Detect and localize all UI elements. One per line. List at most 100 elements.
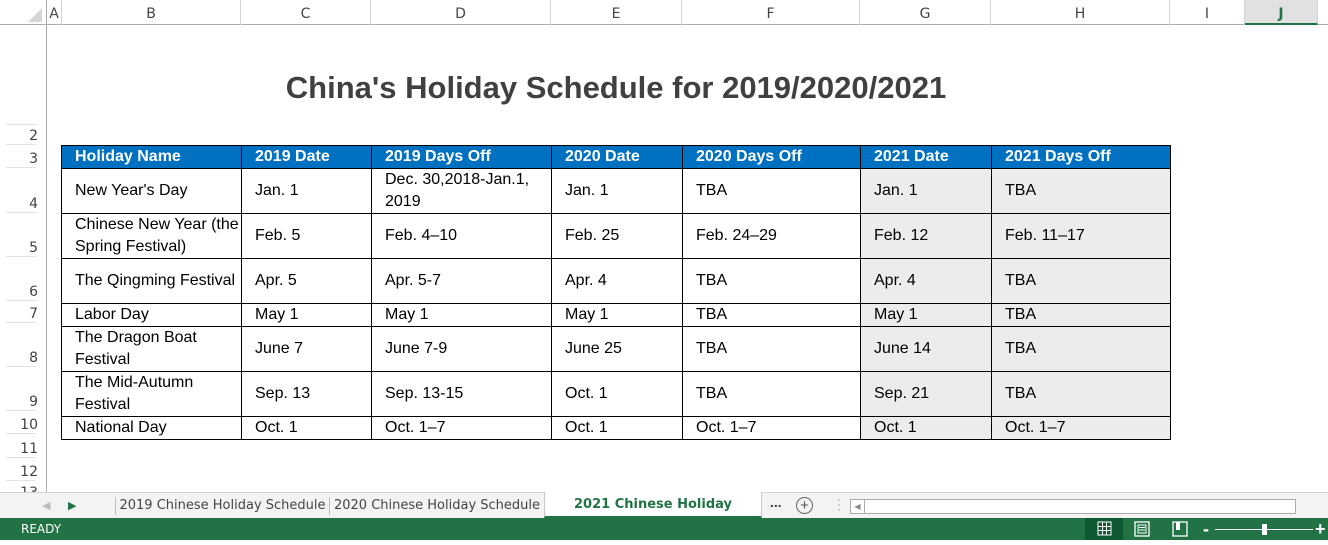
table-cell[interactable]: Apr. 5-7 [371, 258, 552, 304]
column-header-j[interactable]: J [1245, 0, 1318, 25]
table-cell[interactable]: TBA [991, 326, 1171, 372]
row-header-13[interactable]: 13 [0, 481, 46, 492]
row-header-1[interactable] [0, 25, 46, 125]
table-cell[interactable]: May 1 [371, 303, 552, 327]
table-cell[interactable]: Feb. 24–29 [682, 213, 861, 259]
table-cell[interactable]: TBA [991, 371, 1171, 417]
table-cell[interactable]: TBA [682, 371, 861, 417]
sheet-tab-2020[interactable]: 2020 Chinese Holiday Schedule [330, 493, 544, 518]
header-holiday-name[interactable]: Holiday Name [61, 145, 242, 169]
add-sheet-button[interactable]: + [796, 497, 813, 514]
table-cell[interactable]: Feb. 12 [860, 213, 992, 259]
row-header-5[interactable]: 5 [0, 213, 46, 257]
zoom-out-button[interactable]: - [1203, 518, 1209, 540]
row-header-10[interactable]: 10 [0, 411, 46, 434]
table-cell[interactable]: May 1 [860, 303, 992, 327]
header-2020-days-off[interactable]: 2020 Days Off [682, 145, 861, 169]
status-text: READY [21, 522, 62, 536]
scroll-tabs-right-icon[interactable]: ▶ [68, 499, 76, 512]
holiday-name-cell[interactable]: The Mid-Autumn Festival [61, 371, 242, 417]
holiday-name-cell[interactable]: The Dragon Boat Festival [61, 326, 242, 372]
row-header-6[interactable]: 6 [0, 257, 46, 301]
table-cell[interactable]: Dec. 30,2018-Jan.1, 2019 [371, 168, 552, 214]
table-cell[interactable]: June 7 [241, 326, 372, 372]
table-cell[interactable]: Oct. 1 [551, 371, 683, 417]
column-header-a[interactable]: A [47, 0, 62, 25]
zoom-in-button[interactable]: + [1315, 518, 1326, 540]
table-cell[interactable]: May 1 [241, 303, 372, 327]
table-cell[interactable]: Oct. 1 [860, 416, 992, 440]
sheet-tab-2019[interactable]: 2019 Chinese Holiday Schedule [116, 493, 329, 518]
table-cell[interactable]: Oct. 1–7 [371, 416, 552, 440]
header-2020-date[interactable]: 2020 Date [551, 145, 683, 169]
horizontal-scrollbar[interactable]: ◀ [850, 499, 1296, 514]
table-cell[interactable]: TBA [682, 326, 861, 372]
status-bar: READY - + [0, 518, 1328, 540]
column-header-f[interactable]: F [682, 0, 860, 25]
header-2019-days-off[interactable]: 2019 Days Off [371, 145, 552, 169]
table-cell[interactable]: June 25 [551, 326, 683, 372]
table-cell[interactable]: TBA [991, 303, 1171, 327]
table-cell[interactable]: Jan. 1 [860, 168, 992, 214]
page-layout-view-button[interactable] [1123, 518, 1161, 540]
table-cell[interactable]: Jan. 1 [241, 168, 372, 214]
row-header-7[interactable]: 7 [0, 301, 46, 323]
table-cell[interactable]: Feb. 4–10 [371, 213, 552, 259]
header-2021-days-off[interactable]: 2021 Days Off [991, 145, 1171, 169]
table-cell[interactable]: TBA [991, 258, 1171, 304]
holiday-name-cell[interactable]: The Qingming Festival [61, 258, 242, 304]
holiday-name-cell[interactable]: Labor Day [61, 303, 242, 327]
column-header-b[interactable]: B [62, 0, 241, 25]
row-header-3[interactable]: 3 [0, 145, 46, 168]
row-header-12[interactable]: 12 [0, 458, 46, 481]
column-header-h[interactable]: H [991, 0, 1170, 25]
row-header-8[interactable]: 8 [0, 323, 46, 367]
table-cell[interactable]: Oct. 1 [241, 416, 372, 440]
row-header-4[interactable]: 4 [0, 168, 46, 213]
normal-view-button[interactable] [1085, 518, 1123, 540]
header-2021-date[interactable]: 2021 Date [860, 145, 992, 169]
scroll-left-icon[interactable]: ◀ [851, 500, 865, 513]
sheet-title: China's Holiday Schedule for 2019/2020/2… [285, 70, 947, 105]
holiday-name-cell[interactable]: New Year's Day [61, 168, 242, 214]
table-cell[interactable]: Oct. 1 [551, 416, 683, 440]
table-cell[interactable]: TBA [991, 168, 1171, 214]
table-cell[interactable]: June 14 [860, 326, 992, 372]
table-cell[interactable]: Feb. 5 [241, 213, 372, 259]
table-cell[interactable]: May 1 [551, 303, 683, 327]
table-cell[interactable]: TBA [682, 168, 861, 214]
table-cell[interactable]: Oct. 1–7 [682, 416, 861, 440]
table-cell[interactable]: Sep. 21 [860, 371, 992, 417]
table-cell[interactable]: Sep. 13 [241, 371, 372, 417]
select-all-corner[interactable] [0, 0, 47, 25]
row-header-11[interactable]: 11 [0, 434, 46, 458]
row-header-9[interactable]: 9 [0, 367, 46, 411]
zoom-slider-thumb[interactable] [1261, 524, 1267, 535]
table-cell[interactable]: Apr. 5 [241, 258, 372, 304]
holiday-name-cell[interactable]: Chinese New Year (the Spring Festival) [61, 213, 242, 259]
column-header-i[interactable]: I [1170, 0, 1245, 25]
more-sheets-button[interactable]: ... [770, 494, 782, 510]
table-cell[interactable]: Oct. 1–7 [991, 416, 1171, 440]
table-cell[interactable]: TBA [682, 303, 861, 327]
table-cell[interactable]: Sep. 13-15 [371, 371, 552, 417]
splitter-handle-icon[interactable]: ⋮ [832, 496, 846, 513]
holiday-name-cell[interactable]: National Day [61, 416, 242, 440]
table-cell[interactable]: Apr. 4 [860, 258, 992, 304]
column-header-e[interactable]: E [551, 0, 682, 25]
row-header-2[interactable]: 2 [0, 125, 46, 145]
page-break-preview-button[interactable] [1161, 518, 1199, 540]
table-cell[interactable]: Feb. 11–17 [991, 213, 1171, 259]
table-cell[interactable]: Feb. 25 [551, 213, 683, 259]
table-cell[interactable]: June 7-9 [371, 326, 552, 372]
scroll-tabs-left-icon[interactable]: ◀ [42, 499, 50, 512]
table-cell[interactable]: Jan. 1 [551, 168, 683, 214]
sheet-tab-2021[interactable]: 2021 Chinese Holiday Schedule [544, 492, 762, 537]
column-header-c[interactable]: C [241, 0, 371, 25]
table-cell[interactable]: Apr. 4 [551, 258, 683, 304]
header-2019-date[interactable]: 2019 Date [241, 145, 372, 169]
table-cell[interactable]: TBA [682, 258, 861, 304]
sheet-tab-bar: ◀ ▶ 2019 Chinese Holiday Schedule 2020 C… [0, 492, 1328, 537]
column-header-g[interactable]: G [860, 0, 991, 25]
column-header-d[interactable]: D [371, 0, 551, 25]
